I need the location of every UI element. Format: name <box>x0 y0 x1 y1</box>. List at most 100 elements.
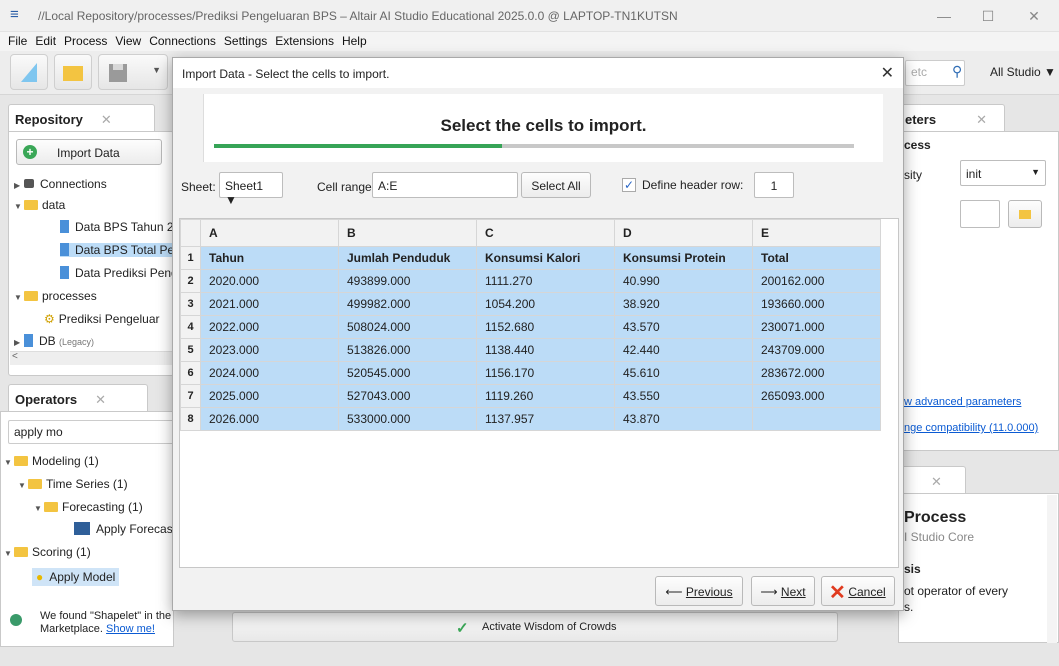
close-window-button[interactable]: ✕ <box>1012 4 1056 28</box>
table-cell[interactable]: 508024.000 <box>338 315 477 339</box>
op-apply-forecast[interactable]: Apply Forecast <box>74 522 176 536</box>
table-cell[interactable]: 1138.440 <box>476 338 615 362</box>
maximize-button[interactable]: ☐ <box>966 4 1010 28</box>
table-cell[interactable]: 2024.000 <box>200 361 339 385</box>
table-cell[interactable]: 499982.000 <box>338 292 477 316</box>
column-header[interactable]: A <box>200 219 339 247</box>
dialog-close-icon[interactable]: ✕ <box>881 63 894 83</box>
column-header[interactable]: D <box>614 219 753 247</box>
parameter-select[interactable]: init ▼ <box>960 160 1046 186</box>
menu-help[interactable]: Help <box>338 32 371 50</box>
table-cell[interactable]: 1111.270 <box>476 269 615 293</box>
op-time-series[interactable]: ▼ Time Series (1) <box>18 477 128 491</box>
table-cell[interactable]: 1054.200 <box>476 292 615 316</box>
collapse-icon[interactable]: ▼ <box>4 458 14 467</box>
row-number[interactable]: 8 <box>180 407 201 431</box>
table-cell[interactable]: 1152.680 <box>476 315 615 339</box>
table-cell[interactable]: 43.550 <box>614 384 753 408</box>
table-cell[interactable]: 1156.170 <box>476 361 615 385</box>
close-icon[interactable]: ✕ <box>95 392 106 407</box>
collapse-icon[interactable]: ▼ <box>34 504 44 513</box>
table-cell[interactable]: 45.610 <box>614 361 753 385</box>
minimize-button[interactable]: — <box>922 4 966 28</box>
collapse-icon[interactable]: ▼ <box>14 202 24 211</box>
menu-file[interactable]: File <box>4 32 31 50</box>
tab-repository[interactable]: Repository ✕ <box>8 104 155 132</box>
table-cell[interactable]: Konsumsi Protein <box>614 246 753 270</box>
import-data-button[interactable]: + Import Data <box>16 139 162 165</box>
row-number[interactable]: 6 <box>180 361 201 385</box>
menu-extensions[interactable]: Extensions <box>271 32 338 50</box>
save-button[interactable]: ▼ <box>98 54 168 90</box>
open-button[interactable] <box>54 54 92 90</box>
header-row-spinner[interactable]: 1 <box>754 172 794 198</box>
change-compatibility-link[interactable]: nge compatibility (11.0.000) <box>904 422 1038 434</box>
op-scoring[interactable]: ▼ Scoring (1) <box>4 545 91 559</box>
table-cell[interactable]: 200162.000 <box>752 269 881 293</box>
table-cell[interactable]: 265093.000 <box>752 384 881 408</box>
repo-item-prediksi-process[interactable]: ⚙ Prediksi Pengeluar <box>44 312 160 326</box>
menu-connections[interactable]: Connections <box>145 32 220 50</box>
close-icon[interactable]: ✕ <box>931 474 942 489</box>
table-cell[interactable]: 38.920 <box>614 292 753 316</box>
browse-button[interactable] <box>1008 200 1042 228</box>
menu-process[interactable]: Process <box>60 32 111 50</box>
collapse-icon[interactable]: ▼ <box>14 293 24 302</box>
menu-edit[interactable]: Edit <box>31 32 60 50</box>
table-cell[interactable]: 42.440 <box>614 338 753 362</box>
repo-item-data-bps-tahun[interactable]: Data BPS Tahun 2 <box>60 220 174 234</box>
cell-range-input[interactable]: A:E <box>372 172 518 198</box>
repo-item-db[interactable]: ▶ DB (Legacy) <box>14 334 94 348</box>
new-process-button[interactable] <box>10 54 48 90</box>
op-modeling[interactable]: ▼ Modeling (1) <box>4 454 99 468</box>
table-cell[interactable]: Jumlah Penduduk <box>338 246 477 270</box>
table-cell[interactable]: 2021.000 <box>200 292 339 316</box>
op-apply-model[interactable]: ● Apply Model <box>32 568 120 586</box>
row-number[interactable]: 4 <box>180 315 201 339</box>
column-header[interactable]: C <box>476 219 615 247</box>
row-number[interactable]: 1 <box>180 246 201 270</box>
column-header[interactable]: E <box>752 219 881 247</box>
cell-grid[interactable]: A B C D E 1 Tahun Jumlah Penduduk Konsumsi … <box>179 218 899 568</box>
horizontal-scrollbar[interactable]: < <box>10 351 174 365</box>
table-cell[interactable]: 40.990 <box>614 269 753 293</box>
op-forecasting[interactable]: ▼ Forecasting (1) <box>34 500 143 514</box>
close-icon[interactable]: ✕ <box>976 112 987 127</box>
row-number[interactable]: 5 <box>180 338 201 362</box>
table-cell[interactable]: 2025.000 <box>200 384 339 408</box>
table-cell[interactable]: 230071.000 <box>752 315 881 339</box>
table-cell[interactable]: 193660.000 <box>752 292 881 316</box>
repo-item-connections[interactable]: ▶ Connections <box>14 177 107 191</box>
table-cell[interactable]: 513826.000 <box>338 338 477 362</box>
parameter-input[interactable] <box>960 200 1000 228</box>
show-me-link[interactable]: Show me! <box>106 623 155 635</box>
table-cell[interactable]: Total <box>752 246 881 270</box>
operator-search-input[interactable]: apply mo <box>8 420 174 444</box>
table-cell[interactable]: 2022.000 <box>200 315 339 339</box>
row-number[interactable]: 2 <box>180 269 201 293</box>
repo-item-data-bps-total[interactable]: Data BPS Total Pe <box>60 243 174 257</box>
collapse-icon[interactable]: ▼ <box>18 481 28 490</box>
menu-view[interactable]: View <box>111 32 145 50</box>
repo-item-data-prediksi[interactable]: Data Prediksi Peng <box>60 266 178 280</box>
vertical-scrollbar[interactable] <box>1047 495 1057 643</box>
previous-button[interactable]: ⟵ Previous <box>655 576 743 606</box>
next-button[interactable]: ⟶ Next <box>751 576 815 606</box>
repo-item-processes[interactable]: ▼ processes <box>14 289 97 303</box>
tab-help[interactable]: ✕ <box>898 466 966 494</box>
table-cell[interactable]: 243709.000 <box>752 338 881 362</box>
row-number[interactable]: 3 <box>180 292 201 316</box>
table-cell[interactable]: 527043.000 <box>338 384 477 408</box>
table-cell[interactable]: Konsumsi Kalori <box>476 246 615 270</box>
define-header-checkbox[interactable]: ✓ Define header row: <box>622 178 743 192</box>
close-icon[interactable]: ✕ <box>101 112 112 127</box>
table-cell[interactable]: 1119.260 <box>476 384 615 408</box>
select-all-button[interactable]: Select All <box>521 172 591 198</box>
table-cell[interactable]: 1137.957 <box>476 407 615 431</box>
column-header[interactable]: B <box>338 219 477 247</box>
search-icon[interactable]: ⚲ <box>952 63 962 80</box>
studio-scope-select[interactable]: All Studio ▼ <box>990 65 1056 79</box>
table-cell[interactable]: 493899.000 <box>338 269 477 293</box>
expand-icon[interactable]: ▶ <box>14 338 24 347</box>
table-cell[interactable]: 283672.000 <box>752 361 881 385</box>
